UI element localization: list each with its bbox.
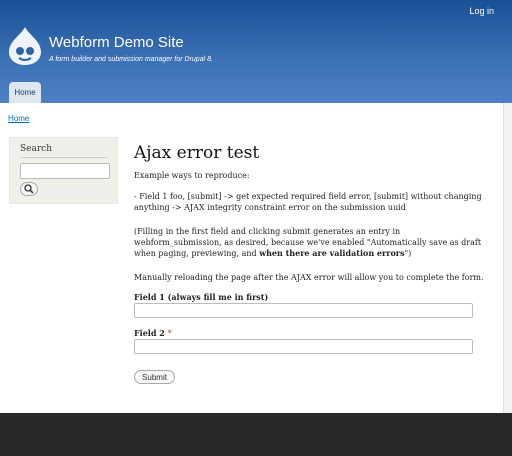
submit-button[interactable]: Submit: [134, 370, 175, 384]
field2-label: Field 2 *: [134, 328, 172, 338]
page-title: Ajax error test: [134, 143, 260, 163]
field1-label: Field 1 (always fill me in first): [134, 292, 269, 302]
step1-text: - Field 1 foo, [submit] -> get expected …: [134, 192, 482, 212]
search-input[interactable]: [20, 163, 110, 179]
step2-bold: when there are validation errors: [259, 248, 405, 258]
search-block: Search: [9, 137, 118, 204]
site-header: Log in Webform Demo Site A form builder …: [0, 0, 512, 103]
page-edge: [503, 103, 512, 413]
search-block-title: Search: [20, 144, 52, 154]
step2-end: "): [404, 249, 412, 258]
field1-input[interactable]: [134, 303, 473, 318]
site-slogan: A form builder and submission manager fo…: [49, 56, 213, 63]
field2-input[interactable]: [134, 339, 473, 354]
intro-text: Example ways to reproduce:: [134, 171, 250, 180]
breadcrumb-home-link[interactable]: Home: [8, 114, 29, 123]
login-link[interactable]: Log in: [469, 6, 494, 16]
divider: [20, 157, 108, 158]
step2-text: (Filling in the first field and clicking…: [134, 226, 490, 259]
site-name[interactable]: Webform Demo Site: [49, 34, 184, 51]
step3-text: Manually reloading the page after the AJ…: [134, 273, 484, 282]
field2-label-text: Field 2: [134, 328, 165, 338]
magnifier-icon: [24, 184, 34, 194]
tab-home[interactable]: Home: [9, 82, 41, 103]
search-button[interactable]: [20, 182, 38, 196]
drupal-drop-icon[interactable]: [8, 26, 42, 66]
site-footer: [0, 413, 512, 456]
required-marker: *: [167, 329, 172, 338]
